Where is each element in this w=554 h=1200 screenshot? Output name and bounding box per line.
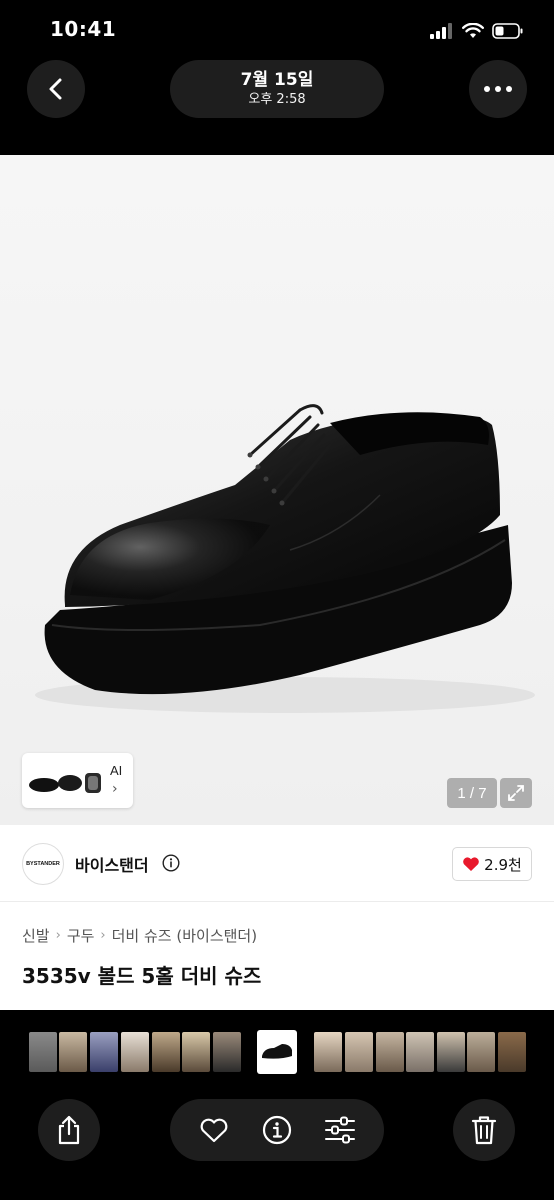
brand-row: BYSTANDER 바이스탠더 2.9천 <box>0 825 554 902</box>
photo-time: 오후 2:58 <box>248 92 306 107</box>
brand-name[interactable]: 바이스탠더 <box>75 852 149 876</box>
filmstrip-thumbnail[interactable] <box>29 1032 57 1072</box>
share-icon <box>58 1115 80 1145</box>
filmstrip-thumbnail[interactable] <box>152 1032 180 1072</box>
filmstrip-thumbnail[interactable] <box>376 1032 404 1072</box>
info-icon <box>262 1115 292 1145</box>
battery-icon <box>492 23 523 39</box>
chevron-right-icon: › <box>112 781 118 797</box>
ai-thumbnail-button[interactable]: AI › <box>22 753 133 808</box>
filmstrip-thumbnail[interactable] <box>59 1032 87 1072</box>
like-count: 2.9천 <box>484 855 522 874</box>
heart-filled-icon <box>463 857 479 871</box>
breadcrumb-item[interactable]: 신발 <box>22 925 50 946</box>
status-time: 10:41 <box>50 17 117 41</box>
filmstrip-thumbnail[interactable] <box>406 1032 434 1072</box>
heart-icon <box>200 1118 228 1143</box>
chevron-right-icon: › <box>100 928 106 943</box>
filmstrip-thumbnail[interactable] <box>90 1032 118 1072</box>
filmstrip-thumbnail[interactable] <box>213 1032 241 1072</box>
favorite-button[interactable] <box>192 1108 236 1152</box>
share-button[interactable] <box>38 1099 100 1161</box>
status-icons <box>430 20 524 42</box>
filmstrip-thumbnail[interactable] <box>182 1032 210 1072</box>
shoe-thumbnail <box>262 1044 292 1059</box>
product-title: 3535v 볼드 5홀 더비 슈즈 <box>22 964 262 988</box>
wifi-icon <box>462 23 484 38</box>
info-button[interactable] <box>255 1108 299 1152</box>
chevron-left-icon <box>49 78 62 100</box>
filmstrip-thumbnail[interactable] <box>437 1032 465 1072</box>
photo-filmstrip[interactable] <box>0 1030 554 1076</box>
cellular-signal-icon <box>430 23 452 39</box>
chevron-right-icon: › <box>55 928 61 943</box>
product-image[interactable] <box>0 155 554 825</box>
filmstrip-thumbnail[interactable] <box>467 1032 495 1072</box>
edit-button[interactable] <box>318 1108 362 1152</box>
expand-icon <box>508 785 524 801</box>
expand-button[interactable] <box>500 778 532 808</box>
photo-actions <box>170 1099 384 1161</box>
date-pill[interactable]: 7월 15일 오후 2:58 <box>170 60 384 118</box>
photo-viewer[interactable]: AI › 1 / 7 BYSTANDER 바이스탠더 2.9천 신발 › 구두 … <box>0 155 554 1010</box>
filmstrip-thumbnail[interactable] <box>345 1032 373 1072</box>
sliders-icon <box>325 1116 356 1144</box>
filmstrip-thumbnail[interactable] <box>121 1032 149 1072</box>
filmstrip-selected-thumbnail[interactable] <box>257 1030 297 1074</box>
info-icon[interactable] <box>162 854 180 872</box>
more-button[interactable] <box>469 60 527 118</box>
photo-date: 7월 15일 <box>240 70 314 90</box>
breadcrumb: 신발 › 구두 › 더비 슈즈 (바이스탠더) <box>22 925 257 946</box>
filmstrip-thumbnail[interactable] <box>498 1032 526 1072</box>
like-button[interactable]: 2.9천 <box>452 847 532 881</box>
ellipsis-icon <box>484 86 512 92</box>
ai-label: AI <box>110 763 123 778</box>
breadcrumb-item[interactable]: 더비 슈즈 (바이스탠더) <box>112 925 257 946</box>
shoe-thumbnails <box>29 773 101 793</box>
derby-shoe-illustration <box>35 404 535 713</box>
back-button[interactable] <box>27 60 85 118</box>
brand-logo[interactable]: BYSTANDER <box>22 843 64 885</box>
page-indicator: 1 / 7 <box>447 778 497 808</box>
breadcrumb-item[interactable]: 구두 <box>67 925 95 946</box>
trash-icon <box>471 1116 497 1145</box>
filmstrip-thumbnail[interactable] <box>314 1032 342 1072</box>
delete-button[interactable] <box>453 1099 515 1161</box>
